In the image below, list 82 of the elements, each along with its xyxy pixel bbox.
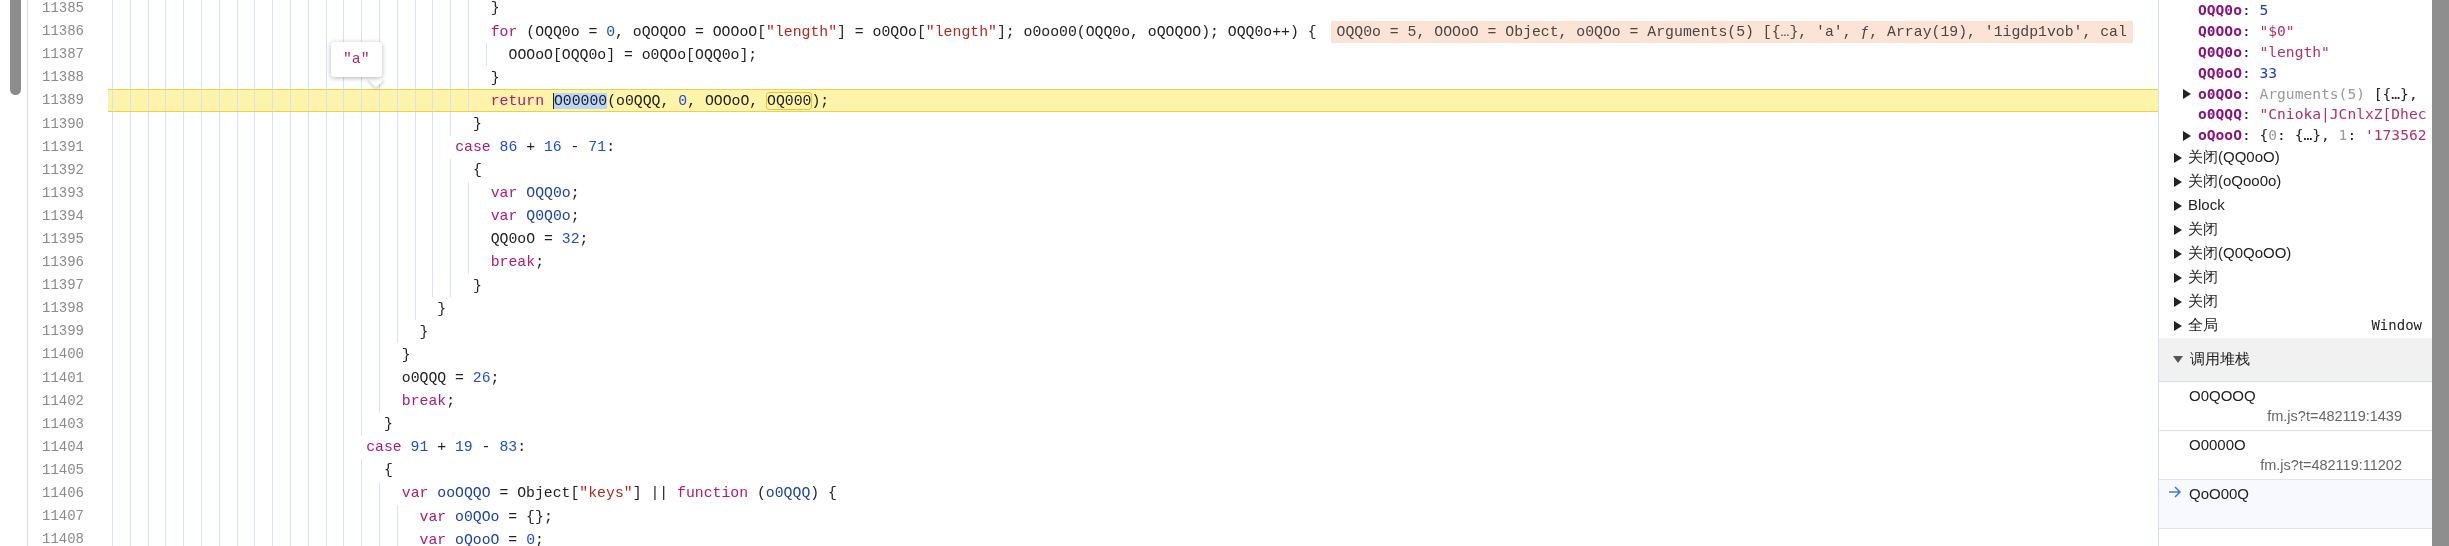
line-number: 11408 <box>41 530 84 546</box>
line-number: 11389 <box>41 91 84 111</box>
line-number: 11390 <box>41 114 84 134</box>
line-number: 11404 <box>41 437 84 457</box>
expand-triangle-icon[interactable] <box>2183 89 2191 100</box>
expand-triangle-icon[interactable] <box>2174 272 2182 283</box>
scope-variable[interactable]: QQ0oO: 33 <box>2198 61 2278 84</box>
expand-triangle-icon[interactable] <box>2174 224 2182 235</box>
code-line: } <box>418 322 429 342</box>
scope-variable[interactable]: Q0OOo: "$0" <box>2198 20 2295 43</box>
code-line: { <box>382 461 393 481</box>
code-line: return O00000(o0QQQ, 0, OOOoO, OQ000); <box>489 91 830 111</box>
line-number: 11407 <box>41 507 84 527</box>
code-line: break; <box>400 392 456 412</box>
code-line: } <box>471 276 482 296</box>
line-number: 11391 <box>41 137 84 157</box>
scope-variable[interactable]: OQQ0o: 5 <box>2198 0 2269 22</box>
scope-section[interactable]: Block <box>2188 194 2225 217</box>
code-line: } <box>489 68 500 88</box>
line-number: 11394 <box>41 206 84 226</box>
expand-triangle-icon[interactable] <box>2174 296 2182 307</box>
code-line: var ooOQQO = Object["keys"] || function (o0QQQ) { <box>400 484 837 504</box>
line-number: 11392 <box>41 160 84 180</box>
scope-section[interactable]: 关闭 <box>2188 218 2218 241</box>
expand-triangle-icon[interactable] <box>2174 320 2182 331</box>
scope-section[interactable]: 关闭 <box>2188 290 2218 313</box>
line-number: 11401 <box>41 368 84 388</box>
collapse-triangle-icon[interactable] <box>2173 355 2183 363</box>
code-line: var Q0Q0o; <box>489 207 580 227</box>
line-number: 11402 <box>41 391 84 411</box>
scrollbar-thumb[interactable] <box>10 0 21 95</box>
line-number: 11388 <box>41 68 84 88</box>
line-number: 11397 <box>41 276 84 296</box>
expand-triangle-icon[interactable] <box>2174 152 2182 163</box>
code-line: var oQooO = 0; <box>418 530 544 546</box>
line-number: 11393 <box>41 183 84 203</box>
scope-variable[interactable]: oQooO: {0: {…}, 1: '173562 <box>2198 124 2427 147</box>
code-line: case 86 + 16 - 71: <box>454 138 615 157</box>
code-line: var o0QOo = {}; <box>418 507 553 527</box>
scope-variable[interactable]: Q0Q0o: "length" <box>2198 41 2330 63</box>
line-number: 11398 <box>41 299 84 319</box>
scope-section[interactable]: 全局 <box>2188 314 2218 337</box>
line-number: 11403 <box>41 414 84 434</box>
code-line: } <box>436 299 447 319</box>
scope-variable[interactable]: o0QOo: Arguments(5) [{…}, <box>2198 82 2418 105</box>
line-number: 11406 <box>41 484 84 503</box>
code-line: OOOoO[OQQ0o] = o0QOo[OQQ0o]; <box>507 45 758 65</box>
scope-value: Window <box>2371 316 2422 336</box>
arrow-icon <box>2168 485 2182 498</box>
line-number: 11387 <box>41 45 84 65</box>
expand-triangle-icon[interactable] <box>2183 130 2191 141</box>
code-line: } <box>382 415 393 435</box>
expand-triangle-icon[interactable] <box>2174 176 2182 187</box>
line-number: 11386 <box>41 22 84 42</box>
code-line: for (OQQ0o = 0, oQOQOO = OOOoO["length"] = o0QOo["length"]; o0oo00(OQQ0o, oQOQOO); OQQ0o++) { <box>489 22 1317 42</box>
code-line: break; <box>489 253 545 273</box>
code-line: } <box>489 0 500 19</box>
code-line: } <box>471 114 482 134</box>
code-line: case 91 + 19 - 83: <box>365 438 527 458</box>
section-header[interactable]: 调用堆栈 <box>2159 337 2432 382</box>
line-number: 11385 <box>41 0 84 19</box>
code-line: var OQQ0o; <box>489 184 580 204</box>
code-line: QQ0oO = 32; <box>489 230 589 250</box>
scrollbar[interactable] <box>2432 0 2449 546</box>
scope-section[interactable]: 关闭(Q0QoOO) <box>2188 242 2292 265</box>
scope-section[interactable]: 关闭(oQoo0o) <box>2188 170 2282 193</box>
scope-variable[interactable]: o0QQQ: "Cnioka|JCnlxZ[Dhec <box>2198 103 2427 126</box>
expand-triangle-icon[interactable] <box>2174 200 2182 211</box>
scope-section[interactable]: 关闭(QQ0oO) <box>2188 146 2280 169</box>
line-number: 11400 <box>41 345 84 365</box>
scope-section[interactable]: 关闭 <box>2188 266 2218 289</box>
line-number: 11395 <box>41 230 84 249</box>
line-number: 11405 <box>41 460 84 480</box>
inline-value-preview: OQQ0o = 5, OOOoO = Object, o0QOo = Arguments(5) [{…}, 'a', ƒ, Array(19), '1igdp1vob', cal <box>1330 20 2133 43</box>
call-stack-frame[interactable]: QoO00Q <box>2159 479 2432 529</box>
code-line: o0QQQ = 26; <box>400 368 500 388</box>
line-number: 11399 <box>41 322 84 342</box>
code-line: } <box>400 345 411 365</box>
code-line: { <box>471 161 482 181</box>
value-tooltip: "a" <box>331 42 382 77</box>
line-number: 11396 <box>41 253 84 273</box>
expand-triangle-icon[interactable] <box>2174 248 2182 259</box>
